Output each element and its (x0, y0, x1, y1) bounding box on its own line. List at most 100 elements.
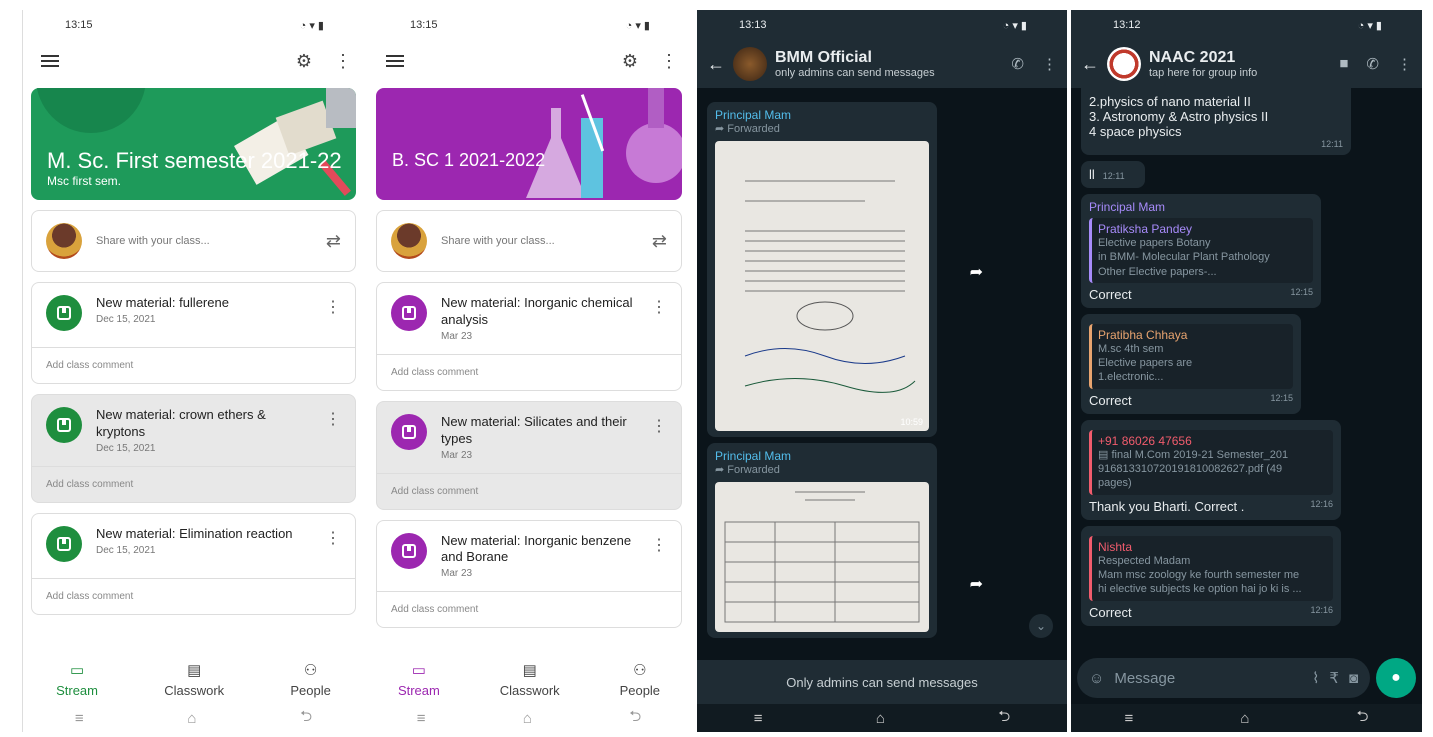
settings-icon[interactable]: ⚙ (622, 51, 638, 72)
quoted-message[interactable]: Nishta Respected Madam Mam msc zoology k… (1089, 535, 1333, 601)
post-title[interactable]: New material: fullerene (96, 295, 311, 312)
share-placeholder[interactable]: Share with your class... (441, 235, 638, 247)
back-icon[interactable]: ⮌ (998, 706, 1010, 731)
tab-people[interactable]: ⚇ People (620, 661, 660, 698)
post-card[interactable]: New material: Inorganic benzene and Bora… (376, 519, 682, 629)
post-options-icon[interactable]: ⋮ (651, 295, 667, 317)
repost-icon[interactable]: ⇄ (326, 231, 341, 252)
back-arrow-icon[interactable]: ← (707, 54, 725, 75)
post-title[interactable]: New material: Elimination reaction (96, 526, 311, 543)
tab-stream[interactable]: ▭ Stream (398, 661, 440, 698)
menu-icon[interactable] (386, 55, 404, 67)
share-with-class-box[interactable]: Share with your class... ⇄ (376, 210, 682, 272)
forward-share-icon[interactable]: ➦ (970, 574, 983, 594)
post-card[interactable]: New material: crown ethers & kryptons De… (31, 394, 356, 503)
back-icon[interactable]: ⮌ (1356, 706, 1368, 731)
tab-stream[interactable]: ▭ Stream (56, 661, 98, 698)
quoted-line: M.sc 4th sem (1098, 342, 1164, 355)
quoted-line: ▤ final M.Com 2019-21 Semester_201 (1098, 448, 1327, 462)
repost-icon[interactable]: ⇄ (652, 231, 667, 252)
chat-name[interactable]: NAAC 2021 (1149, 49, 1331, 67)
menu-icon[interactable] (41, 55, 59, 67)
quoted-message[interactable]: Pratiksha Pandey Elective papers Botany … (1089, 218, 1313, 283)
post-options-icon[interactable]: ⋮ (651, 414, 667, 436)
reply-bubble[interactable]: Pratibha Chhaya M.sc 4th sem Elective pa… (1081, 313, 1301, 414)
share-placeholder[interactable]: Share with your class... (96, 235, 312, 247)
back-icon[interactable]: ⮌ (300, 706, 312, 731)
microphone-button[interactable]: ● (1376, 658, 1416, 698)
message-placeholder[interactable]: Message (1114, 670, 1302, 687)
post-options-icon[interactable]: ⋮ (325, 295, 341, 317)
more-options-icon[interactable]: ⋮ (1042, 55, 1057, 73)
post-options-icon[interactable]: ⋮ (325, 407, 341, 429)
more-options-icon[interactable]: ⋮ (1397, 55, 1412, 73)
home-icon[interactable]: ⌂ (523, 710, 532, 727)
add-class-comment[interactable]: Add class comment (377, 353, 681, 390)
quoted-message[interactable]: Pratibha Chhaya M.sc 4th sem Elective pa… (1089, 323, 1293, 389)
quoted-message[interactable]: +91 86026 47656 ▤ final M.Com 2019-21 Se… (1089, 429, 1333, 495)
reply-bubble[interactable]: +91 86026 47656 ▤ final M.Com 2019-21 Se… (1081, 419, 1341, 520)
attach-icon[interactable]: ⌇ (1312, 669, 1319, 687)
scroll-down-button[interactable]: ⌄ (1029, 614, 1053, 638)
chat-header[interactable]: ← NAAC 2021 tap here for group info ■ ✆ … (1071, 40, 1422, 88)
voice-call-icon[interactable]: ✆ (1366, 55, 1379, 73)
material-icon (391, 532, 427, 569)
message-input[interactable]: ☺ Message ⌇ ₹ ◙ (1077, 658, 1370, 698)
post-title[interactable]: New material: Inorganic chemical analysi… (441, 295, 637, 329)
group-avatar[interactable] (1107, 47, 1141, 81)
share-with-class-box[interactable]: Share with your class... ⇄ (31, 210, 356, 272)
add-class-comment[interactable]: Add class comment (377, 591, 681, 627)
post-title[interactable]: New material: Inorganic benzene and Bora… (441, 533, 637, 567)
video-call-icon[interactable]: ■ (1339, 55, 1348, 73)
post-card[interactable]: New material: Elimination reaction Dec 1… (31, 512, 356, 615)
emoji-icon[interactable]: ☺ (1089, 670, 1104, 687)
home-icon[interactable]: ⌂ (876, 710, 885, 727)
home-icon[interactable]: ⌂ (1240, 710, 1249, 727)
tab-classwork[interactable]: ▤ Classwork (500, 661, 560, 698)
banner-title[interactable]: B. SC 1 2021-2022 (392, 150, 545, 171)
post-card[interactable]: New material: Inorganic chemical analysi… (376, 282, 682, 391)
status-time: 13:13 (739, 19, 767, 31)
message-bubble[interactable]: ll 12:11 (1081, 161, 1145, 188)
back-arrow-icon[interactable]: ← (1081, 54, 1099, 75)
settings-icon[interactable]: ⚙ (296, 51, 312, 72)
banner-title[interactable]: M. Sc. First semester 2021-22 (47, 148, 342, 174)
tab-classwork[interactable]: ▤ Classwork (164, 661, 224, 698)
camera-icon[interactable]: ◙ (1349, 670, 1358, 687)
post-title[interactable]: New material: crown ethers & kryptons (96, 407, 311, 441)
chat-header[interactable]: ← BMM Official only admins can send mess… (697, 40, 1067, 88)
document-image[interactable] (715, 482, 929, 632)
message-bubble[interactable]: 2.physics of nano material II 3. Astrono… (1081, 88, 1351, 155)
quoted-line: pages) (1098, 477, 1132, 490)
home-icon[interactable]: ⌂ (187, 710, 196, 727)
recents-icon[interactable]: ≡ (1125, 710, 1134, 727)
post-title[interactable]: New material: Silicates and their types (441, 414, 637, 448)
post-options-icon[interactable]: ⋮ (651, 533, 667, 555)
forward-share-icon[interactable]: ➦ (970, 262, 983, 282)
back-icon[interactable]: ⮌ (629, 706, 641, 731)
add-class-comment[interactable]: Add class comment (32, 465, 355, 502)
recents-icon[interactable]: ≡ (754, 710, 763, 727)
recents-icon[interactable]: ≡ (75, 710, 84, 727)
post-options-icon[interactable]: ⋮ (325, 526, 341, 548)
payment-icon[interactable]: ₹ (1329, 669, 1339, 687)
reply-bubble[interactable]: Nishta Respected Madam Mam msc zoology k… (1081, 525, 1341, 626)
add-class-comment[interactable]: Add class comment (377, 472, 681, 509)
add-class-comment[interactable]: Add class comment (32, 347, 355, 383)
reply-bubble[interactable]: Principal Mam Pratiksha Pandey Elective … (1081, 194, 1321, 308)
more-options-icon[interactable]: ⋮ (334, 51, 352, 72)
add-call-icon[interactable]: ✆ (1011, 55, 1024, 73)
message-bubble[interactable]: Principal Mam ➦ Forwarded (707, 443, 937, 638)
message-bubble[interactable]: Principal Mam ➦ Forwarded 10:59 (707, 102, 937, 437)
post-card[interactable]: New material: fullerene Dec 15, 2021 ⋮ A… (31, 282, 356, 384)
document-image[interactable]: 10:59 (715, 141, 929, 431)
material-icon (46, 525, 82, 562)
more-options-icon[interactable]: ⋮ (660, 51, 678, 72)
group-avatar[interactable] (733, 47, 767, 81)
chat-name[interactable]: BMM Official (775, 49, 1003, 67)
tab-people[interactable]: ⚇ People (290, 661, 330, 698)
forward-icon: ➦ (715, 464, 728, 476)
post-card[interactable]: New material: Silicates and their types … (376, 400, 682, 510)
recents-icon[interactable]: ≡ (417, 710, 426, 727)
add-class-comment[interactable]: Add class comment (32, 577, 355, 614)
